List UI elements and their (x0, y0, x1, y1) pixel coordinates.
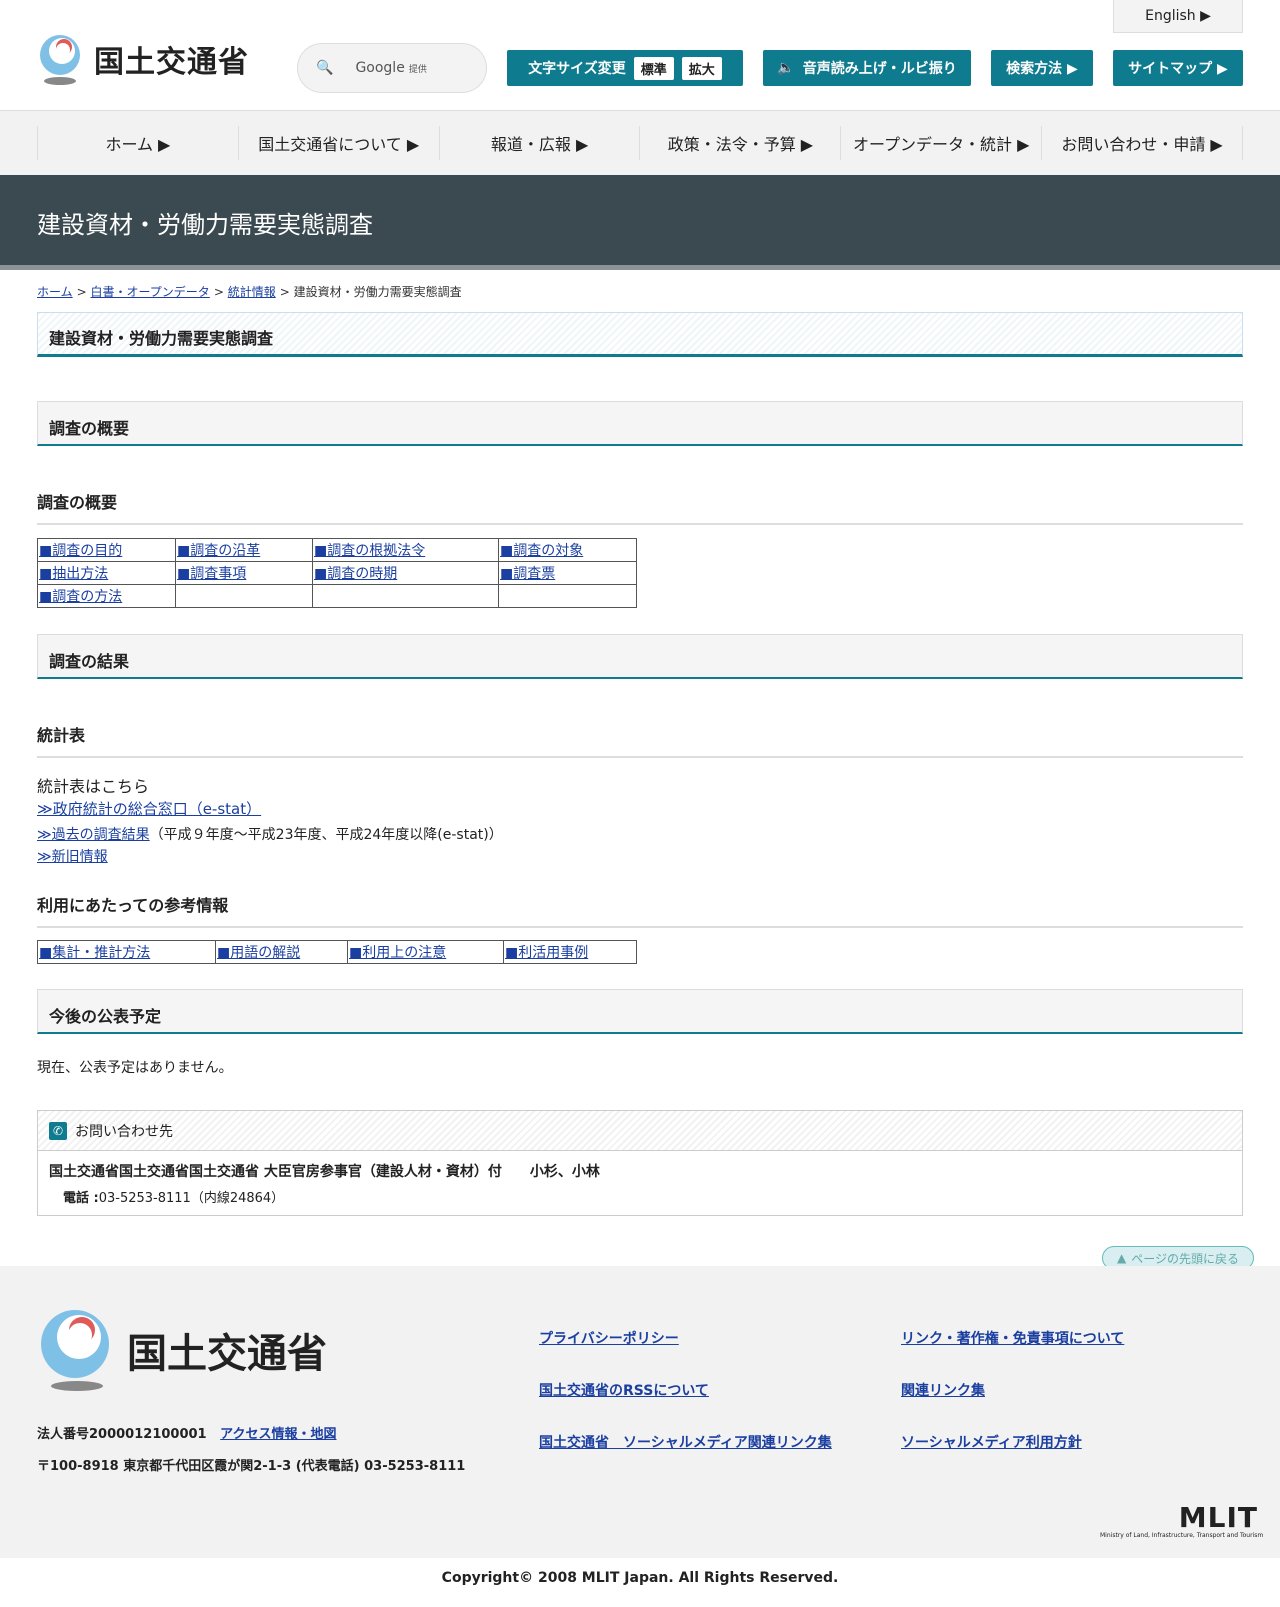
reference-links-table: ■集計・推計方法 ■用語の解説 ■利用上の注意 ■利活用事例 (37, 940, 637, 964)
breadcrumb-stats[interactable]: 統計情報 (228, 285, 276, 299)
link-rss[interactable]: 国土交通省のRSSについて (539, 1380, 709, 1400)
page-title: 建設資材・労働力需要実態調査 (37, 312, 1243, 357)
link-form[interactable]: ■調査票 (500, 566, 555, 582)
link-timing[interactable]: ■調査の時期 (314, 566, 397, 582)
font-size-label: 文字サイズ変更 (528, 61, 626, 77)
site-logo[interactable]: 国土交通省 (36, 33, 249, 85)
link-legal-basis[interactable]: ■調査の根拠法令 (314, 543, 425, 559)
search-brand: Google (355, 60, 405, 76)
section-heading-results: 調査の結果 (37, 634, 1243, 679)
breadcrumb-sep: > (76, 285, 87, 299)
link-access[interactable]: アクセス情報・地図 (220, 1427, 336, 1442)
mlit-logo-icon (40, 35, 80, 85)
link-social-policy[interactable]: ソーシャルメディア利用方針 (901, 1432, 1082, 1452)
page-banner: 建設資材・労働力需要実態調査 (0, 175, 1280, 270)
overview-links-table: ■調査の目的 ■調査の沿革 ■調査の根拠法令 ■調査の対象 ■抽出方法 ■調査事項 ■調査… (37, 538, 637, 608)
nav-opendata[interactable]: オープンデータ・統計 ▶ (840, 126, 1041, 160)
link-notes[interactable]: ■利用上の注意 (349, 945, 446, 961)
back-to-top-label: ページの先頭に戻る (1131, 1251, 1239, 1266)
link-privacy[interactable]: プライバシーポリシー (539, 1328, 679, 1348)
mlit-logo-icon (41, 1310, 109, 1391)
nav-press[interactable]: 報道・広報 ▶ (438, 126, 640, 160)
mlit-wordmark-text: MLIT (1178, 1501, 1258, 1534)
link-estat[interactable]: ≫政府統計の総合窓口（e-stat） (37, 800, 261, 818)
site-header: 国土交通省 🔍 Google 提供 文字サイズ変更 標準 拡大 🔈 音声読み上げ・ル… (0, 0, 1280, 111)
phone-number: 03-5253-8111（内線24864） (98, 1191, 285, 1206)
subheading-overview: 調査の概要 (37, 489, 1243, 525)
contact-org: 国土交通省国土交通省国土交通省 大臣官房参事官（建設人材・資材）付 小杉、小林 (49, 1164, 600, 1180)
breadcrumb-home[interactable]: ホーム (37, 285, 73, 299)
section-heading-schedule: 今後の公表予定 (37, 989, 1243, 1034)
mlit-wordmark-sub: Ministry of Land, Infrastructure, Transp… (1100, 1532, 1264, 1539)
search-input[interactable]: 🔍 Google 提供 (297, 43, 487, 93)
footer-logo: 国土交通省 (37, 1308, 327, 1392)
link-related[interactable]: 関連リンク集 (901, 1380, 985, 1400)
link-sampling[interactable]: ■抽出方法 (39, 566, 108, 582)
nav-home[interactable]: ホーム ▶ (37, 126, 238, 160)
speech-label: 音声読み上げ・ルビ振り (802, 61, 957, 77)
logo-text: 国土交通省 (94, 45, 249, 80)
font-size-control: 文字サイズ変更 標準 拡大 (507, 50, 743, 86)
font-large-button[interactable]: 拡大 (681, 56, 722, 80)
footer-logo-text: 国土交通省 (127, 1331, 327, 1377)
link-target[interactable]: ■調査の対象 (500, 543, 583, 559)
mlit-wordmark: MLIT Ministry of Land, Infrastructure, T… (1100, 1501, 1264, 1540)
global-nav: ホーム ▶ 国土交通省について ▶ 報道・広報 ▶ 政策・法令・予算 ▶ オープ… (0, 111, 1280, 175)
link-history[interactable]: ■調査の沿革 (177, 543, 260, 559)
breadcrumb-current: 建設資材・労働力需要実態調査 (293, 285, 462, 299)
past-results-note: （平成９年度～平成23年度、平成24年度以降(e-stat)） (149, 827, 503, 843)
section-heading-overview: 調査の概要 (37, 401, 1243, 446)
site-footer: 国土交通省 法人番号2000012100001 アクセス情報・地図 〒100-8… (0, 1266, 1280, 1558)
breadcrumb-sep: > (213, 285, 224, 299)
phone-label: 電話 : (63, 1191, 99, 1206)
search-suffix: 提供 (408, 65, 427, 75)
schedule-text: 現在、公表予定はありません。 (37, 1060, 233, 1076)
breadcrumb-sep: > (279, 285, 290, 299)
breadcrumb: ホーム > 白書・オープンデータ > 統計情報 > 建設資材・労働力需要実態調査 (37, 283, 462, 300)
link-use-cases[interactable]: ■利活用事例 (505, 945, 588, 961)
copyright: Copyright© 2008 MLIT Japan. All Rights R… (441, 1570, 839, 1586)
search-icon: 🔍 (316, 60, 334, 76)
stats-intro: 統計表はこちら (37, 777, 150, 796)
link-social-links[interactable]: 国土交通省 ソーシャルメディア関連リンク集 (539, 1432, 832, 1452)
nav-policy[interactable]: 政策・法令・予算 ▶ (639, 126, 840, 160)
english-button[interactable]: English ▶ (1113, 0, 1243, 33)
search-method-button[interactable]: 検索方法 ▶ (991, 50, 1093, 86)
subheading-reference: 利用にあたっての参考情報 (37, 892, 1243, 928)
font-standard-button[interactable]: 標準 (633, 56, 674, 80)
contact-box: ✆ お問い合わせ先 国土交通省国土交通省国土交通省 大臣官房参事官（建設人材・資材… (37, 1110, 1243, 1216)
contact-heading: お問い合わせ先 (75, 1123, 173, 1140)
link-past-results[interactable]: ≫過去の調査結果 (37, 827, 150, 843)
link-glossary[interactable]: ■用語の解説 (217, 945, 300, 961)
nav-contact[interactable]: お問い合わせ・申請 ▶ (1041, 126, 1243, 160)
subheading-stats-table: 統計表 (37, 722, 1243, 758)
phone-icon: ✆ (49, 1121, 67, 1140)
up-arrow-icon: ▲ (1117, 1251, 1127, 1265)
link-news[interactable]: ≫新旧情報 (37, 849, 108, 865)
link-method[interactable]: ■調査の方法 (39, 589, 122, 605)
link-purpose[interactable]: ■調査の目的 (39, 543, 122, 559)
corporate-number: 法人番号2000012100001 (37, 1427, 207, 1442)
footer-address: 〒100-8918 東京都千代田区霞が関2-1-3 (代表電話) 03-5253… (37, 1459, 466, 1474)
speaker-icon: 🔈 (777, 60, 795, 76)
link-copyright[interactable]: リンク・著作権・免責事項について (901, 1328, 1124, 1348)
sitemap-button[interactable]: サイトマップ ▶ (1113, 50, 1243, 86)
nav-about[interactable]: 国土交通省について ▶ (237, 126, 439, 160)
breadcrumb-whitepaper[interactable]: 白書・オープンデータ (91, 285, 210, 299)
link-aggregation[interactable]: ■集計・推計方法 (39, 945, 150, 961)
link-items[interactable]: ■調査事項 (177, 566, 246, 582)
speech-button[interactable]: 🔈 音声読み上げ・ルビ振り (763, 50, 971, 86)
